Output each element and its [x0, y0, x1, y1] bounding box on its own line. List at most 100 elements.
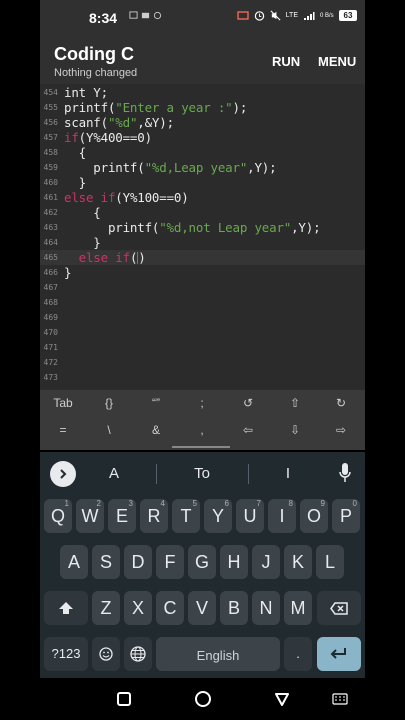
key-p[interactable]: P0: [332, 499, 360, 533]
suggestion-2[interactable]: To: [178, 465, 226, 482]
extra-key[interactable]: ⇨: [326, 423, 356, 437]
line-number: 468: [43, 298, 58, 307]
key-u[interactable]: U7: [236, 499, 264, 533]
code-text[interactable]: }: [64, 265, 72, 280]
code-text[interactable]: {: [64, 205, 101, 220]
code-line[interactable]: 470: [40, 325, 365, 340]
extra-key[interactable]: ,: [187, 423, 217, 437]
code-line[interactable]: 466}: [40, 265, 365, 280]
code-line[interactable]: 469: [40, 310, 365, 325]
key-z[interactable]: Z: [92, 591, 120, 625]
line-number: 457: [43, 133, 58, 142]
key-v[interactable]: V: [188, 591, 216, 625]
extra-key[interactable]: {}: [94, 396, 124, 410]
key-w[interactable]: W2: [76, 499, 104, 533]
run-button[interactable]: RUN: [272, 54, 300, 69]
code-text[interactable]: {: [64, 145, 87, 160]
extra-key[interactable]: ⇩: [280, 423, 310, 437]
suggestion-3[interactable]: I: [268, 465, 308, 482]
code-line[interactable]: 471: [40, 340, 365, 355]
key-a[interactable]: A: [60, 545, 88, 579]
code-line[interactable]: 468: [40, 295, 365, 310]
language-key[interactable]: [124, 637, 152, 671]
code-line[interactable]: 454 int Y;: [40, 85, 365, 100]
code-line[interactable]: 465 else if(): [40, 250, 365, 265]
extra-key[interactable]: ⇧: [280, 396, 310, 410]
code-line[interactable]: 460 }: [40, 175, 365, 190]
emoji-key[interactable]: [92, 637, 120, 671]
code-text[interactable]: printf("%d,Leap year",Y);: [64, 160, 276, 175]
extra-key[interactable]: =: [48, 423, 78, 437]
key-t[interactable]: T5: [172, 499, 200, 533]
keyboard-switch-icon[interactable]: [332, 693, 348, 705]
extra-key[interactable]: \: [94, 423, 124, 437]
key-q[interactable]: Q1: [44, 499, 72, 533]
code-line[interactable]: 464 }: [40, 235, 365, 250]
recents-icon[interactable]: [116, 691, 132, 707]
key-y[interactable]: Y6: [204, 499, 232, 533]
code-text[interactable]: }: [64, 175, 87, 190]
code-line[interactable]: 455 printf("Enter a year :");: [40, 100, 365, 115]
extra-key[interactable]: ↻: [326, 396, 356, 410]
enter-key[interactable]: [317, 637, 361, 671]
home-icon[interactable]: [194, 690, 212, 708]
code-text[interactable]: if(Y%400==0): [64, 130, 152, 145]
battery-indicator: 63: [339, 10, 357, 21]
line-number: 461: [43, 193, 58, 202]
extra-key[interactable]: ⇦: [233, 423, 263, 437]
expand-toolbar-button[interactable]: [50, 461, 76, 487]
code-text[interactable]: else if(): [64, 250, 146, 265]
symbols-key[interactable]: ?123: [44, 637, 88, 671]
code-line[interactable]: 472: [40, 355, 365, 370]
key-g[interactable]: G: [188, 545, 216, 579]
code-line[interactable]: 467: [40, 280, 365, 295]
key-e[interactable]: E3: [108, 499, 136, 533]
key-h[interactable]: H: [220, 545, 248, 579]
code-text[interactable]: printf("%d,not Leap year",Y);: [64, 220, 321, 235]
extra-key[interactable]: &: [141, 423, 171, 437]
code-editor[interactable]: 454 int Y; 455 printf("Enter a year :"); 456…: [40, 84, 365, 390]
drag-handle[interactable]: [172, 446, 230, 448]
code-line[interactable]: 457 if(Y%400==0): [40, 130, 365, 145]
key-f[interactable]: F: [156, 545, 184, 579]
code-line[interactable]: 456 scanf("%d",&Y);: [40, 115, 365, 130]
code-line[interactable]: 462 {: [40, 205, 365, 220]
code-text[interactable]: else if(Y%100==0): [64, 190, 189, 205]
key-s[interactable]: S: [92, 545, 120, 579]
code-text[interactable]: printf("Enter a year :");: [64, 100, 247, 115]
backspace-key[interactable]: [317, 591, 361, 625]
space-key[interactable]: English: [156, 637, 280, 671]
extra-key[interactable]: ↺: [233, 396, 263, 410]
backspace-icon: [330, 602, 348, 615]
key-c[interactable]: C: [156, 591, 184, 625]
code-line[interactable]: 463 printf("%d,not Leap year",Y);: [40, 220, 365, 235]
code-line[interactable]: 458 {: [40, 145, 365, 160]
code-text[interactable]: }: [64, 235, 101, 250]
code-text[interactable]: int Y;: [64, 85, 108, 100]
key-n[interactable]: N: [252, 591, 280, 625]
suggestion-1[interactable]: A: [94, 465, 134, 482]
key-r[interactable]: R4: [140, 499, 168, 533]
shift-key[interactable]: [44, 591, 88, 625]
period-key[interactable]: .: [284, 637, 312, 671]
back-icon[interactable]: [274, 691, 290, 707]
suggestion-divider: [248, 464, 249, 484]
code-line[interactable]: 459 printf("%d,Leap year",Y);: [40, 160, 365, 175]
key-b[interactable]: B: [220, 591, 248, 625]
key-o[interactable]: O9: [300, 499, 328, 533]
key-m[interactable]: M: [284, 591, 312, 625]
key-i[interactable]: I8: [268, 499, 296, 533]
code-line[interactable]: 461 else if(Y%100==0): [40, 190, 365, 205]
extra-key[interactable]: ;: [187, 396, 217, 410]
code-line[interactable]: 473: [40, 370, 365, 385]
menu-button[interactable]: MENU: [318, 54, 356, 69]
key-j[interactable]: J: [252, 545, 280, 579]
mic-icon[interactable]: [338, 462, 352, 484]
key-k[interactable]: K: [284, 545, 312, 579]
extra-key[interactable]: “”: [141, 396, 171, 410]
code-text[interactable]: scanf("%d",&Y);: [64, 115, 174, 130]
extra-key[interactable]: Tab: [48, 396, 78, 410]
key-l[interactable]: L: [316, 545, 344, 579]
key-d[interactable]: D: [124, 545, 152, 579]
key-x[interactable]: X: [124, 591, 152, 625]
